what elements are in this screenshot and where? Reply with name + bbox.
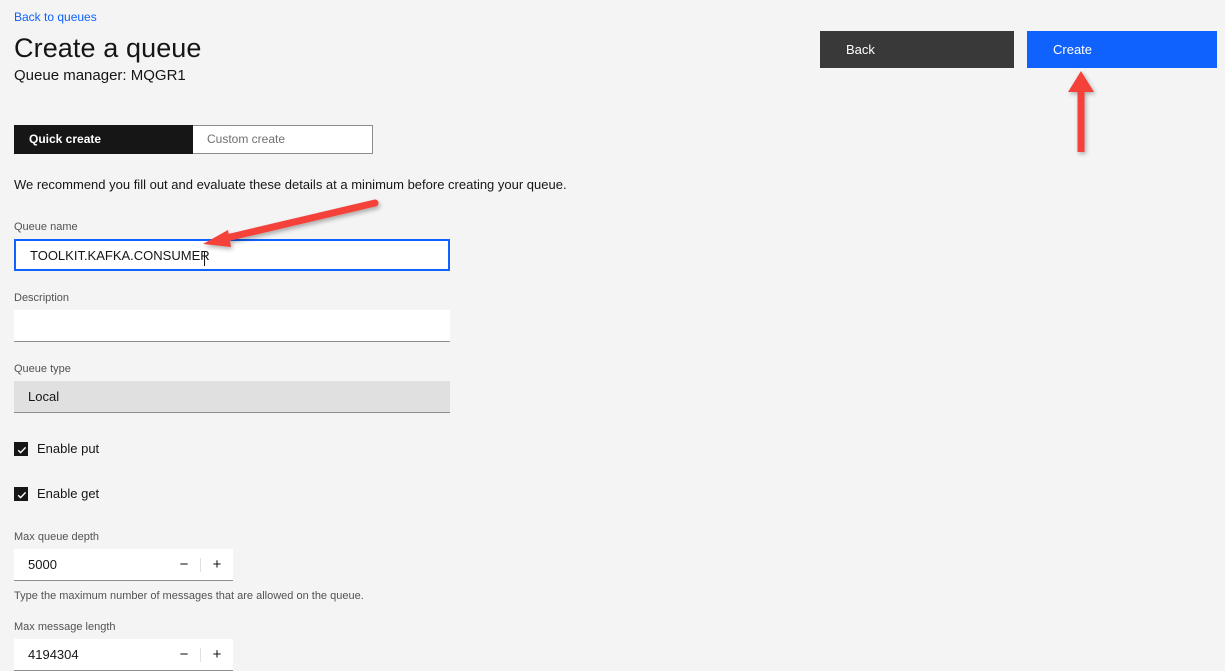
description-field: Description [14,291,450,342]
max-queue-depth-decrement-button[interactable]: − [168,549,200,580]
tab-custom-create[interactable]: Custom create [193,125,373,154]
text-cursor [204,251,205,266]
queue-name-label: Queue name [14,221,78,233]
page-title: Create a queue [14,33,202,63]
queue-type-input[interactable] [14,381,450,413]
max-queue-depth-field: Max queue depth 5000 − + Type the maximu… [14,530,450,603]
max-queue-depth-stepper[interactable]: 5000 − + [14,549,233,581]
intro-text: We recommend you fill out and evaluate t… [14,177,567,192]
max-message-length-stepper[interactable]: 4194304 − + [14,639,233,671]
create-queue-form: Queue name Description Queue type Enable… [14,220,450,671]
enable-put-checkbox[interactable] [14,442,28,456]
description-input[interactable] [14,310,450,342]
enable-put-row[interactable]: Enable put [14,440,450,458]
max-message-length-value[interactable]: 4194304 [14,647,168,662]
create-button-annotation-arrow [1068,71,1094,152]
queue-manager-subtitle: Queue manager: MQGR1 [14,67,186,84]
enable-get-row[interactable]: Enable get [14,485,450,503]
max-message-length-decrement-button[interactable]: − [168,639,200,670]
tab-quick-create[interactable]: Quick create [14,125,193,154]
max-queue-depth-label: Max queue depth [14,531,100,543]
queue-type-field: Queue type [14,362,450,413]
enable-put-label[interactable]: Enable put [37,441,99,457]
max-message-length-label: Max message length [14,621,116,633]
description-label: Description [14,292,70,304]
enable-get-checkbox[interactable] [14,487,28,501]
back-to-queues-link[interactable]: Back to queues [14,10,97,24]
max-queue-depth-increment-button[interactable]: + [201,549,233,580]
max-message-length-field: Max message length 4194304 − + [14,620,450,671]
back-button[interactable]: Back [820,31,1014,68]
enable-get-label[interactable]: Enable get [37,486,99,502]
max-queue-depth-helper-text: Type the maximum number of messages that… [14,590,364,602]
create-button[interactable]: Create [1027,31,1217,68]
queue-type-label: Queue type [14,363,71,375]
max-message-length-increment-button[interactable]: + [201,639,233,670]
queue-name-input[interactable] [14,239,450,271]
create-mode-tabs: Quick create Custom create [14,125,373,154]
queue-name-field: Queue name [14,220,450,271]
max-queue-depth-value[interactable]: 5000 [14,557,168,572]
